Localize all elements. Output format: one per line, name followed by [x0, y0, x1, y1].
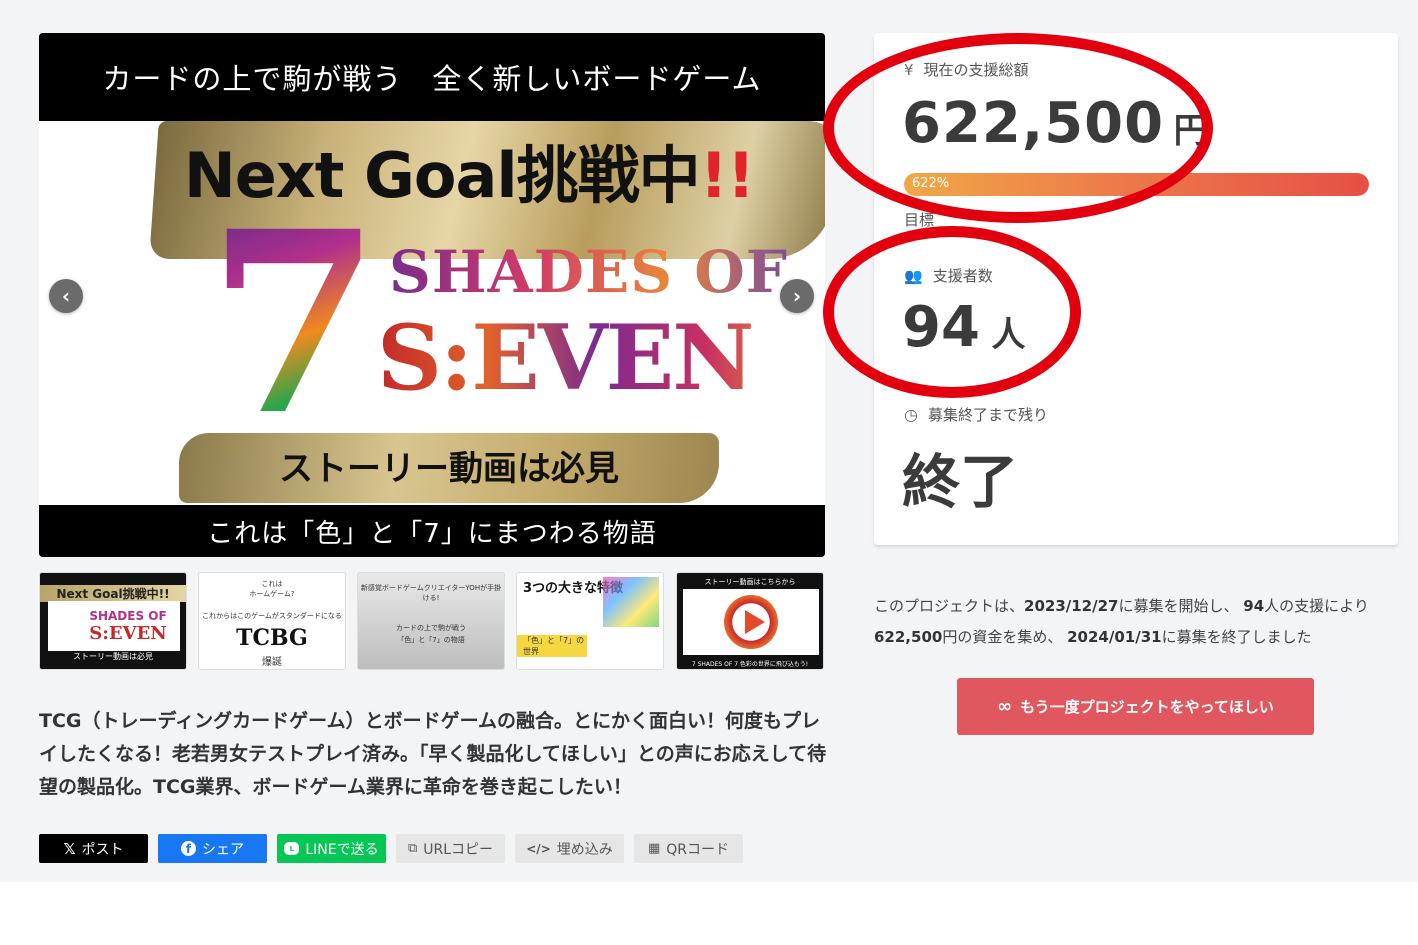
- shades-of-logo-text: SHADES OF: [389, 238, 809, 306]
- embed-button[interactable]: </> 埋め込み: [515, 834, 624, 863]
- thumbnail-2[interactable]: これは ホームゲーム? これからはこのゲームがスタンダードになる TCBG 爆誕: [198, 572, 346, 670]
- next-goal-exclamation: !!: [699, 139, 756, 212]
- thumbnail-text: TCBG: [236, 625, 308, 651]
- summary-amount: 622,500: [874, 628, 943, 646]
- remaining-time-value: 終了: [902, 448, 1019, 516]
- seven-logo-numeral: 7: [199, 198, 389, 448]
- summary-text: 円の資金を集め、: [942, 628, 1063, 646]
- request-project-again-label: もう一度プロジェクトをやってほしい: [1020, 698, 1274, 716]
- qr-code-label: QRコード: [666, 841, 730, 858]
- qr-code-button[interactable]: ▦ QRコード: [634, 834, 743, 863]
- supporters-label-text: 支援者数: [932, 267, 993, 285]
- thumbnail-text: ストーリー動画は必見: [73, 652, 153, 661]
- seven-logo-text: S:EVEN: [377, 305, 817, 411]
- thumbnail-text: ストーリー動画はこちらから: [704, 578, 796, 586]
- x-post-button[interactable]: 𝕏 ポスト: [39, 834, 148, 863]
- thumbnail-text: カードの上で駒が戦う: [396, 624, 466, 632]
- thumbnail-text: 新感覚ボードゲームクリエイターYOHが手掛ける!: [360, 584, 502, 602]
- funding-progress-bar: 622%: [904, 173, 1369, 196]
- chevron-right-icon: ›: [792, 284, 802, 308]
- thumbnail-image-area: [603, 577, 659, 627]
- embed-label: 埋め込み: [556, 841, 613, 858]
- infinity-icon: ∞: [997, 696, 1013, 717]
- visual-top-caption: カードの上で駒が戦う 全く新しいボードゲーム: [39, 33, 825, 121]
- thumbnail-text: 爆誕: [262, 657, 282, 668]
- thumbnail-text: Next Goal挑戦中!!: [40, 585, 186, 602]
- total-amount-label-text: 現在の支援総額: [923, 61, 1029, 79]
- funding-progress-fill: [904, 173, 1369, 196]
- summary-text: 人の支援により: [1264, 597, 1369, 615]
- thumbnail-text: S:EVEN: [89, 623, 167, 644]
- facebook-share-label: シェア: [202, 841, 244, 858]
- x-post-label: ポスト: [81, 841, 124, 858]
- supporters-label: 👥 支援者数: [904, 265, 993, 286]
- thumbnail-text: SHADES OF: [89, 609, 167, 623]
- carousel-prev-button[interactable]: ‹: [49, 279, 83, 313]
- chevron-left-icon: ‹: [61, 284, 71, 308]
- thumbnail-4[interactable]: 3つの大きな特徴 「色」と「7」の世界: [516, 572, 664, 670]
- thumbnail-text: これは: [261, 580, 283, 588]
- stats-card: ¥ 現在の支援総額 622,500 円 622% 目標 👥 支援者数 94 人 …: [874, 33, 1398, 545]
- summary-end-date: 2024/01/31: [1067, 628, 1162, 646]
- project-summary: このプロジェクトは、2023/12/27に募集を開始し、 94人の支援により 6…: [874, 591, 1404, 653]
- visual-bottom-caption: これは「色」と「7」にまつわる物語: [207, 518, 657, 549]
- goal-amount-label: 目標: [904, 209, 934, 230]
- facebook-icon: f: [181, 841, 196, 856]
- line-share-label: LINEで送る: [305, 841, 379, 858]
- thumbnail-3[interactable]: 新感覚ボードゲームクリエイターYOHが手掛ける! カードの上で駒が戦う 「色」と…: [357, 572, 505, 670]
- remaining-time-label-text: 募集終了まで残り: [927, 406, 1048, 424]
- summary-text: に募集を開始し、: [1118, 597, 1239, 615]
- thumbnail-text: 7 SHADES OF 7 色彩の世界に飛び込もう!: [691, 661, 809, 668]
- total-amount-unit: 円: [1173, 111, 1208, 151]
- carousel-next-button[interactable]: ›: [780, 279, 814, 313]
- summary-start-date: 2023/12/27: [1024, 597, 1119, 615]
- funding-progress-percent: 622%: [912, 176, 950, 191]
- remaining-time-label: ◷ 募集終了まで残り: [904, 404, 1048, 425]
- thumbnail-text: ホームゲーム?: [249, 590, 295, 598]
- facebook-share-button[interactable]: f シェア: [158, 834, 267, 863]
- thumbnail-text: これからはこのゲームがスタンダードになる: [202, 612, 342, 620]
- supporters-unit: 人: [991, 315, 1026, 355]
- summary-text: このプロジェクトは、: [874, 597, 1025, 615]
- project-description: TCG（トレーディングカードゲーム）とボードゲームの融合。とにかく面白い！何度も…: [39, 710, 827, 798]
- total-amount-label: ¥ 現在の支援総額: [904, 59, 1029, 80]
- summary-supporters: 94: [1243, 597, 1265, 615]
- x-logo-icon: 𝕏: [63, 839, 76, 858]
- qr-code-icon: ▦: [647, 841, 661, 856]
- summary-text: に募集を終了しました: [1161, 628, 1312, 646]
- supporters-number: 94: [902, 295, 980, 360]
- clock-icon: ◷: [904, 405, 918, 424]
- total-amount-value: 622,500 円: [902, 91, 1208, 156]
- thumbnail-text: 「色」と「7」の世界: [517, 635, 587, 657]
- yen-icon: ¥: [904, 60, 914, 79]
- code-icon: </>: [526, 841, 551, 856]
- request-project-again-button[interactable]: ∞ もう一度プロジェクトをやってほしい: [957, 678, 1314, 735]
- url-copy-button[interactable]: ⧉ URLコピー: [396, 834, 505, 863]
- supporters-value: 94 人: [902, 295, 1026, 360]
- users-icon: 👥: [904, 266, 923, 285]
- url-copy-label: URLコピー: [423, 841, 494, 858]
- thumbnail-text: 「色」と「7」の物語: [397, 636, 465, 644]
- main-visual[interactable]: カードの上で駒が戦う 全く新しいボードゲーム Next Goal挑戦中!! 7 …: [39, 33, 825, 557]
- thumbnail-5[interactable]: ストーリー動画はこちらから 7 SHADES OF 7 色彩の世界に飛び込もう!: [676, 572, 824, 670]
- thumbnail-1[interactable]: Next Goal挑戦中!! SHADES OF S:EVEN ストーリー動画は…: [39, 572, 187, 670]
- copy-icon: ⧉: [407, 841, 418, 856]
- line-share-button[interactable]: L LINEで送る: [277, 834, 386, 863]
- play-triangle-icon: [745, 610, 765, 634]
- story-video-caption: ストーリー動画は必見: [279, 449, 619, 489]
- line-icon: L: [284, 842, 300, 855]
- goal-amount-label-text: 目標: [904, 211, 935, 229]
- total-amount-number: 622,500: [902, 91, 1165, 156]
